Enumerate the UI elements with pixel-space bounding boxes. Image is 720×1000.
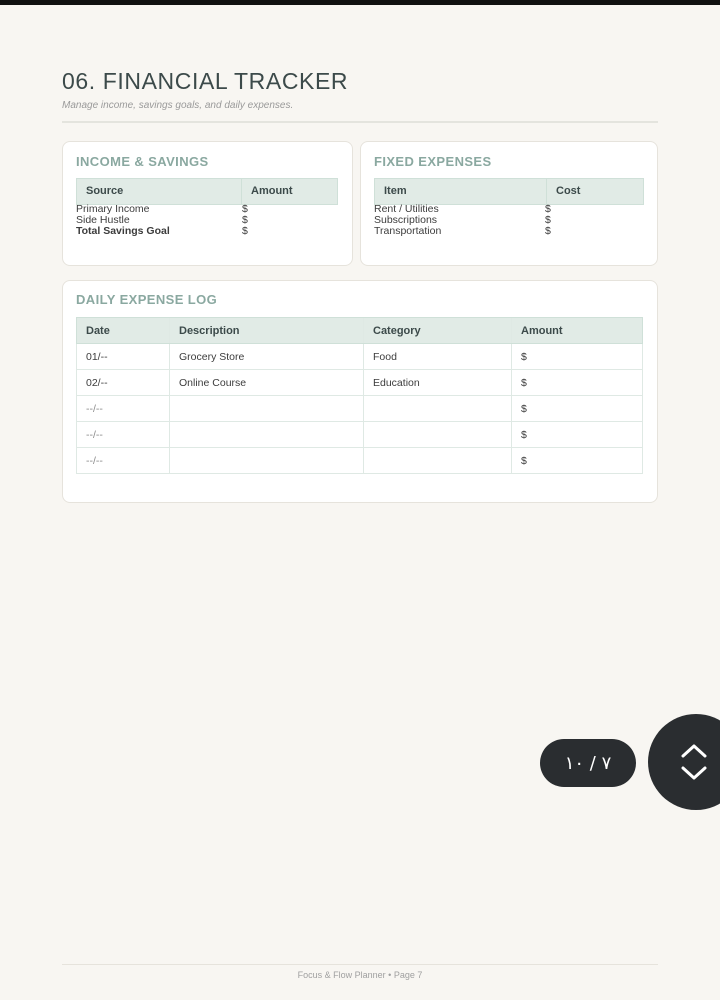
- page-navigation-button[interactable]: [648, 714, 720, 810]
- daily-expense-log-title: DAILY EXPENSE LOG: [76, 292, 218, 307]
- page-subtitle: Manage income, savings goals, and daily …: [62, 100, 294, 111]
- category-cell[interactable]: Education: [364, 370, 512, 395]
- description-cell[interactable]: Grocery Store: [170, 344, 364, 369]
- table-row: 01/-- Grocery Store Food $: [76, 344, 643, 370]
- fixed-table-header: Item Cost: [374, 178, 644, 205]
- description-cell[interactable]: [170, 396, 364, 421]
- date-cell[interactable]: --/--: [77, 422, 170, 447]
- income-savings-title: INCOME & SAVINGS: [76, 154, 209, 169]
- amount-cell[interactable]: $: [512, 344, 642, 369]
- column-divider: [241, 179, 242, 204]
- fixed-labels: Rent / Utilities Subscriptions Transport…: [374, 204, 441, 237]
- cost-column-header: Cost: [556, 185, 581, 197]
- source-column-header: Source: [86, 185, 124, 197]
- description-column-header: Description: [170, 318, 364, 343]
- category-cell[interactable]: [364, 422, 512, 447]
- table-row: --/-- $: [76, 448, 643, 474]
- chevron-up-icon[interactable]: [679, 743, 709, 759]
- description-cell[interactable]: [170, 422, 364, 447]
- date-cell[interactable]: --/--: [77, 448, 170, 473]
- fixed-row-label: Transportation: [374, 225, 442, 237]
- item-column-header: Item: [384, 185, 407, 197]
- table-row: --/-- $: [76, 396, 643, 422]
- amount-cell[interactable]: $: [512, 370, 642, 395]
- column-divider: [546, 179, 547, 204]
- fixed-expenses-title: FIXED EXPENSES: [374, 154, 492, 169]
- table-row: 02/-- Online Course Education $: [76, 370, 643, 396]
- footer-divider: [62, 964, 658, 965]
- expense-log-table: Date Description Category Amount 01/-- G…: [76, 317, 643, 474]
- amount-cell[interactable]: $: [512, 396, 642, 421]
- income-table-header: Source Amount: [76, 178, 338, 205]
- income-labels: Primary Income Side Hustle Total Savings…: [76, 204, 170, 237]
- fixed-amounts: $ $ $: [545, 204, 551, 237]
- footer-text: Focus & Flow Planner • Page 7: [297, 970, 423, 980]
- page-indicator[interactable]: ٧ / ١٠: [540, 739, 636, 787]
- category-cell[interactable]: [364, 396, 512, 421]
- amount-column-header: Amount: [251, 185, 293, 197]
- income-amount-field[interactable]: $: [242, 226, 248, 237]
- income-amounts: $ $ $: [242, 204, 248, 237]
- date-cell[interactable]: 02/--: [77, 370, 170, 395]
- top-bar: [0, 0, 720, 5]
- title-divider: [62, 121, 658, 123]
- category-cell[interactable]: Food: [364, 344, 512, 369]
- amount-cell[interactable]: $: [512, 422, 642, 447]
- date-column-header: Date: [77, 318, 170, 343]
- income-row-label: Total Savings Goal: [76, 225, 170, 237]
- page-title: 06. FINANCIAL TRACKER: [62, 68, 349, 94]
- description-cell[interactable]: [170, 448, 364, 473]
- category-column-header: Category: [364, 318, 512, 343]
- chevron-down-icon[interactable]: [679, 765, 709, 781]
- table-header-row: Date Description Category Amount: [76, 317, 643, 344]
- amount-column-header: Amount: [521, 324, 563, 337]
- description-cell[interactable]: Online Course: [170, 370, 364, 395]
- category-cell[interactable]: [364, 448, 512, 473]
- fixed-amount-field[interactable]: $: [545, 226, 551, 237]
- table-row: --/-- $: [76, 422, 643, 448]
- amount-cell[interactable]: $: [512, 448, 642, 473]
- date-cell[interactable]: --/--: [77, 396, 170, 421]
- date-cell[interactable]: 01/--: [77, 344, 170, 369]
